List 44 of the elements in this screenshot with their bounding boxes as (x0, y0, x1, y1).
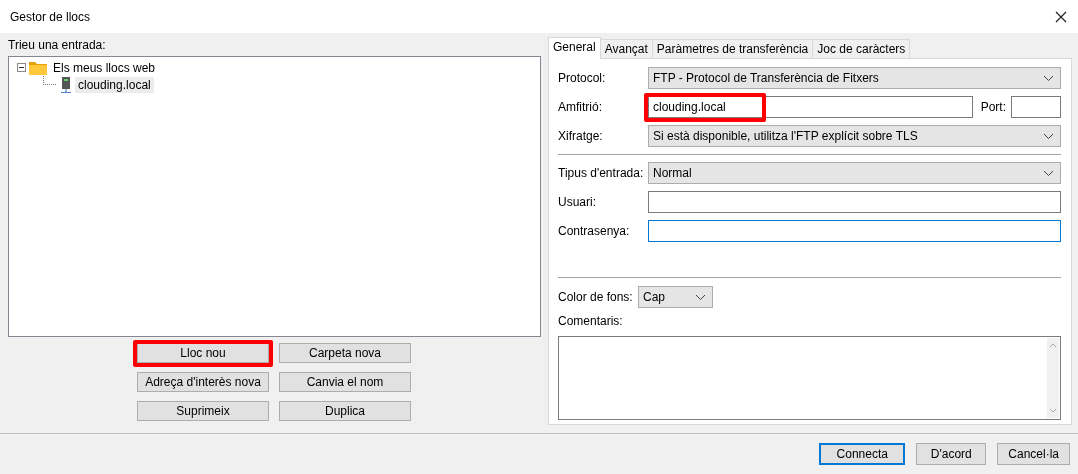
field-label: Xifratge: (558, 129, 604, 143)
dropdown[interactable]: Normal (648, 162, 1061, 184)
dropdown[interactable]: FTP - Protocol de Transferència de Fitxers (648, 67, 1061, 89)
field-label: Color de fons: (558, 290, 634, 304)
chevron-down-icon (1043, 132, 1054, 140)
collapse-icon[interactable] (17, 63, 26, 72)
field-label: Comentaris: (558, 314, 624, 328)
field-label: Tipus d'entrada: (558, 166, 645, 180)
window-title: Gestor de llocs (10, 9, 91, 24)
tree-connector (43, 76, 57, 85)
chevron-down-icon (1043, 74, 1054, 82)
dialog-button[interactable]: Connecta (819, 443, 906, 465)
server-icon (60, 76, 72, 93)
dialog-button[interactable]: Cancel·la (997, 443, 1070, 465)
tree-item[interactable]: clouding.local (75, 76, 154, 93)
site-tree[interactable]: Els meus llocs web clouding.local (8, 56, 541, 337)
tree-item[interactable]: Els meus llocs web (50, 59, 159, 76)
site-button[interactable]: Suprimeix (137, 401, 269, 421)
site-button[interactable]: Lloc nou (137, 343, 269, 363)
tab[interactable]: Joc de caràcters (812, 39, 911, 58)
site-button[interactable]: Canvia el nom (279, 372, 411, 392)
chevron-down-icon (1043, 169, 1054, 177)
folder-icon (29, 60, 47, 75)
field-label: Port: (980, 100, 1006, 114)
site-button[interactable]: Duplica (279, 401, 411, 421)
tab[interactable]: General (548, 37, 601, 59)
tab[interactable]: Avançat (599, 39, 653, 58)
host-field[interactable]: clouding.local (648, 96, 973, 118)
chevron-down-icon (695, 293, 706, 301)
port-field[interactable] (1011, 96, 1061, 118)
dropdown[interactable]: Si està disponible, utilitza l'FTP explícit sobre TLS (648, 125, 1061, 147)
field-label: Protocol: (558, 71, 607, 85)
user-field[interactable] (648, 191, 1061, 213)
field-label: Contrasenya: (558, 224, 631, 238)
tree-label: Trieu una entrada: (8, 37, 107, 54)
field-label: Amfitrió: (558, 100, 603, 114)
site-button[interactable]: Carpeta nova (279, 343, 411, 363)
password-field[interactable] (648, 220, 1061, 242)
field-label: Usuari: (558, 195, 597, 209)
dialog-button[interactable]: D'acord (916, 443, 987, 465)
comments-field[interactable] (558, 336, 1061, 420)
site-button[interactable]: Adreça d'interès nova (137, 372, 269, 392)
close-icon[interactable] (1055, 10, 1067, 23)
dropdown[interactable]: Cap (638, 286, 713, 308)
